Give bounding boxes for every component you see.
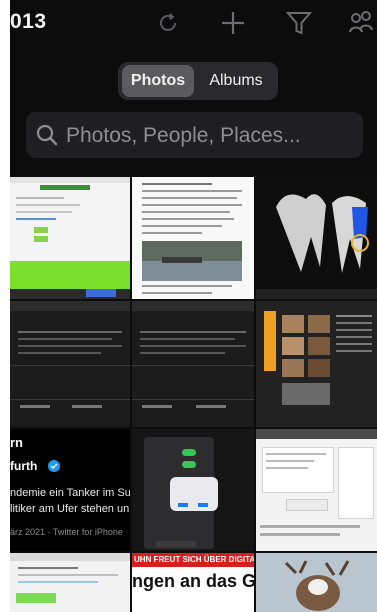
photos-tab[interactable]: Photos [122,65,194,97]
tweet-text-line: ndemie ein Tanker im Sue [10,487,130,499]
photo-thumbnail[interactable] [132,301,254,427]
headline-text: ngen an das Gesun [132,571,254,591]
filter-icon[interactable] [284,8,314,43]
albums-tab[interactable]: Albums [198,65,274,97]
people-icon[interactable] [348,8,377,43]
refresh-icon[interactable] [153,8,183,43]
photo-thumbnail[interactable] [132,177,254,299]
search-icon [36,124,58,151]
photos-library-panel: 013 Photos Albums Photos, People, Places… [10,0,377,612]
verified-badge-icon [48,459,60,477]
photo-thumbnail[interactable]: rn furth ndemie ein Tanker im Sue litike… [10,429,130,551]
photo-thumbnail[interactable] [256,177,377,299]
tweet-text-line: litiker am Ufer stehen un [10,503,130,515]
photo-thumbnail[interactable] [10,177,130,299]
add-icon[interactable] [218,8,248,43]
tweet-meta: ärz 2021 · Twitter for iPhone [10,527,123,537]
headline-banner: UHN FREUT SICH ÜBER DIGITALEN FOR [134,555,254,564]
year-title: 013 [10,10,47,33]
photo-thumbnail[interactable] [256,301,377,427]
photos-albums-segmented-control: Photos Albums [118,62,278,100]
photo-thumbnail[interactable] [10,553,130,612]
photo-thumbnail[interactable] [132,429,254,551]
search-field [26,112,363,158]
tweet-name: rn [10,435,23,450]
tweet-handle: furth [10,459,38,473]
photo-thumbnail[interactable] [256,553,377,612]
photo-thumbnail[interactable] [10,301,130,427]
photo-thumbnail[interactable]: UHN FREUT SICH ÜBER DIGITALEN FOR ngen a… [132,553,254,612]
search-input[interactable] [64,121,358,151]
photo-thumbnail[interactable] [256,429,377,551]
top-bar: 013 [10,0,377,46]
